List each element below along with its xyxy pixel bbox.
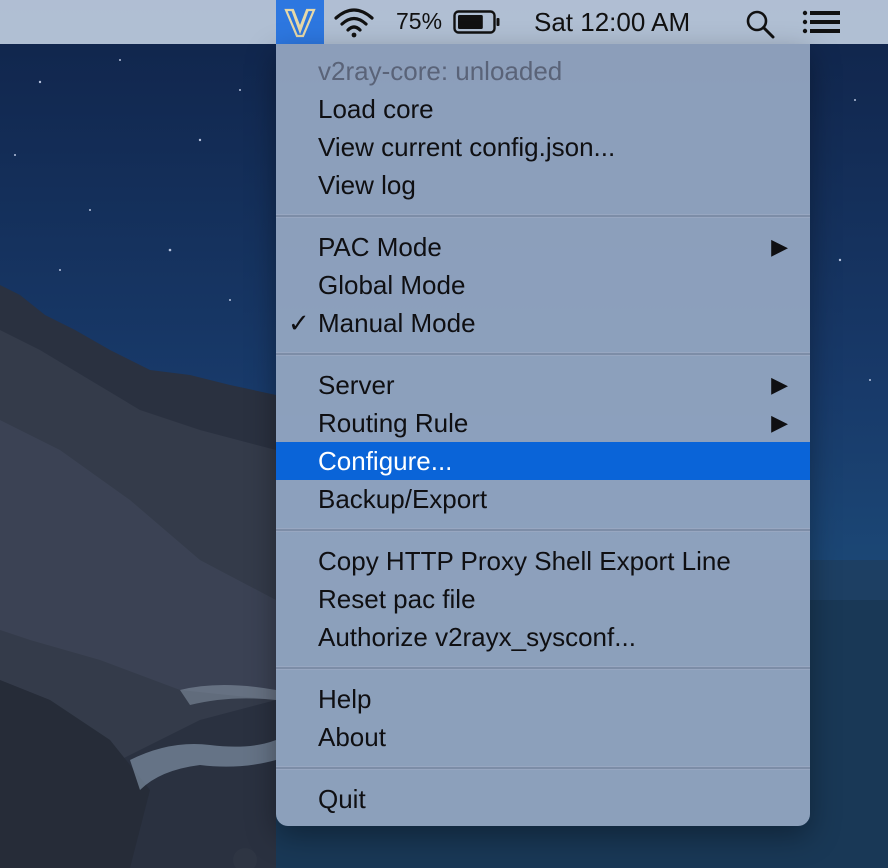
menu-item-label: View log — [318, 170, 416, 200]
v2rayx-dropdown-menu: v2ray-core: unloaded Load core View curr… — [276, 44, 810, 826]
battery-icon[interactable] — [453, 10, 501, 39]
menu-item-label: Authorize v2rayx_sysconf... — [318, 622, 636, 652]
menu-separator — [276, 666, 810, 670]
submenu-arrow-icon: ▶ — [771, 372, 788, 397]
menu-item-view-log[interactable]: View log — [276, 166, 810, 204]
control-center-icon[interactable] — [802, 10, 842, 39]
menu-separator — [276, 352, 810, 356]
menu-item-view-config[interactable]: View current config.json... — [276, 128, 810, 166]
menu-item-backup-export[interactable]: Backup/Export — [276, 480, 810, 518]
menu-item-label: Configure... — [318, 446, 453, 476]
menu-item-authorize[interactable]: Authorize v2rayx_sysconf... — [276, 618, 810, 656]
menubar-clock[interactable]: Sat 12:00 AM — [534, 7, 690, 38]
menu-item-help[interactable]: Help — [276, 680, 810, 718]
menu-item-quit[interactable]: Quit — [276, 780, 810, 818]
menu-item-label: About — [318, 722, 386, 752]
menu-item-label: Manual Mode — [318, 308, 476, 338]
submenu-arrow-icon: ▶ — [771, 234, 788, 259]
menu-item-server[interactable]: Server ▶ — [276, 366, 810, 404]
menu-item-pac-mode[interactable]: PAC Mode ▶ — [276, 228, 810, 266]
wifi-icon[interactable] — [332, 8, 376, 43]
menu-item-label: Reset pac file — [318, 584, 476, 614]
menu-item-label: Help — [318, 684, 372, 714]
menu-item-about[interactable]: About — [276, 718, 810, 756]
menu-item-label: Load core — [318, 94, 434, 124]
menu-item-label: Routing Rule — [318, 408, 469, 438]
menu-item-load-core[interactable]: Load core — [276, 90, 810, 128]
menu-item-routing-rule[interactable]: Routing Rule ▶ — [276, 404, 810, 442]
search-icon[interactable] — [744, 8, 776, 45]
menu-item-label: PAC Mode — [318, 232, 442, 262]
menu-separator — [276, 528, 810, 532]
battery-percentage[interactable]: 75% — [396, 8, 442, 35]
checkmark-icon: ✓ — [288, 308, 310, 338]
menu-item-configure[interactable]: Configure... — [276, 442, 810, 480]
menu-item-label: Server — [318, 370, 395, 400]
menu-item-manual-mode[interactable]: ✓ Manual Mode — [276, 304, 810, 342]
menu-item-label: Copy HTTP Proxy Shell Export Line — [318, 546, 731, 576]
menu-bar: 75% Sat 12:00 AM — [0, 0, 888, 44]
menu-item-global-mode[interactable]: Global Mode — [276, 266, 810, 304]
menu-item-status: v2ray-core: unloaded — [276, 52, 810, 90]
menu-item-label: Quit — [318, 784, 366, 814]
v2rayx-logo-icon[interactable] — [276, 0, 324, 44]
menu-item-label: View current config.json... — [318, 132, 616, 162]
menu-separator — [276, 214, 810, 218]
status-label: v2ray-core: unloaded — [318, 56, 563, 86]
menu-separator — [276, 766, 810, 770]
menu-item-label: Global Mode — [318, 270, 466, 300]
menu-item-label: Backup/Export — [318, 484, 488, 514]
menu-item-reset-pac[interactable]: Reset pac file — [276, 580, 810, 618]
submenu-arrow-icon: ▶ — [771, 410, 788, 435]
menu-item-copy-proxy[interactable]: Copy HTTP Proxy Shell Export Line — [276, 542, 810, 580]
